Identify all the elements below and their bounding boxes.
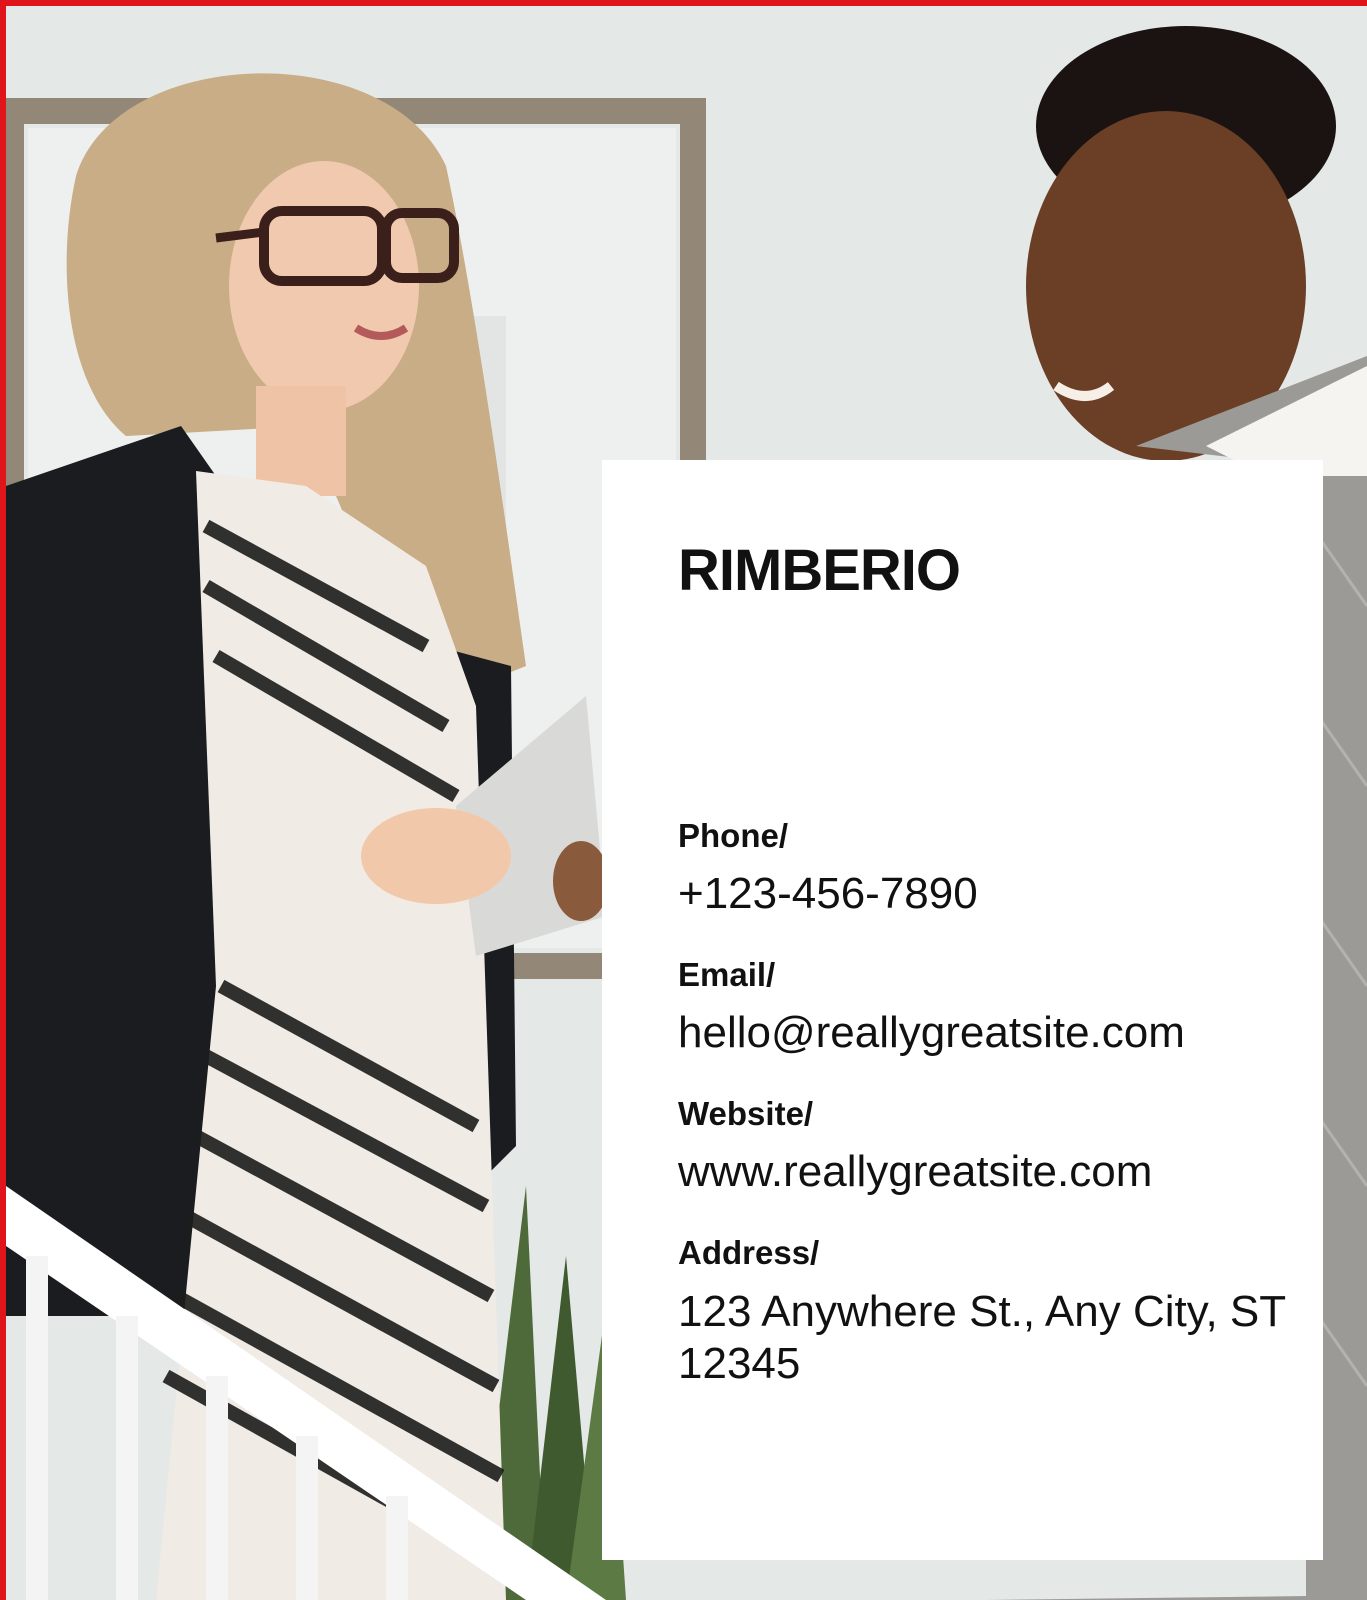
address-item: Address/ 123 Anywhere St., Any City, ST …	[678, 1234, 1298, 1391]
phone-value: +123-456-7890	[678, 869, 978, 919]
website-item: Website/ www.reallygreatsite.com	[678, 1095, 1298, 1199]
business-card-frame: RIMBERIO Phone/ +123-456-7890 Email/ hel…	[0, 0, 1367, 1600]
website-label: Website/	[678, 1095, 814, 1133]
contact-list: Phone/ +123-456-7890 Email/ hello@really…	[678, 817, 1298, 1427]
address-label: Address/	[678, 1234, 820, 1272]
address-value: 123 Anywhere St., Any City, ST 12345	[678, 1286, 1286, 1389]
brand-name: RIMBERIO	[678, 538, 961, 603]
phone-label: Phone/	[678, 817, 789, 854]
phone-item: Phone/ +123-456-7890	[678, 817, 1298, 921]
email-label: Email/	[678, 956, 776, 994]
email-item: Email/ hello@reallygreatsite.com	[678, 956, 1298, 1060]
website-value: www.reallygreatsite.com	[678, 1147, 1153, 1197]
contact-card: RIMBERIO Phone/ +123-456-7890 Email/ hel…	[602, 460, 1323, 1560]
email-value: hello@reallygreatsite.com	[678, 1008, 1185, 1058]
